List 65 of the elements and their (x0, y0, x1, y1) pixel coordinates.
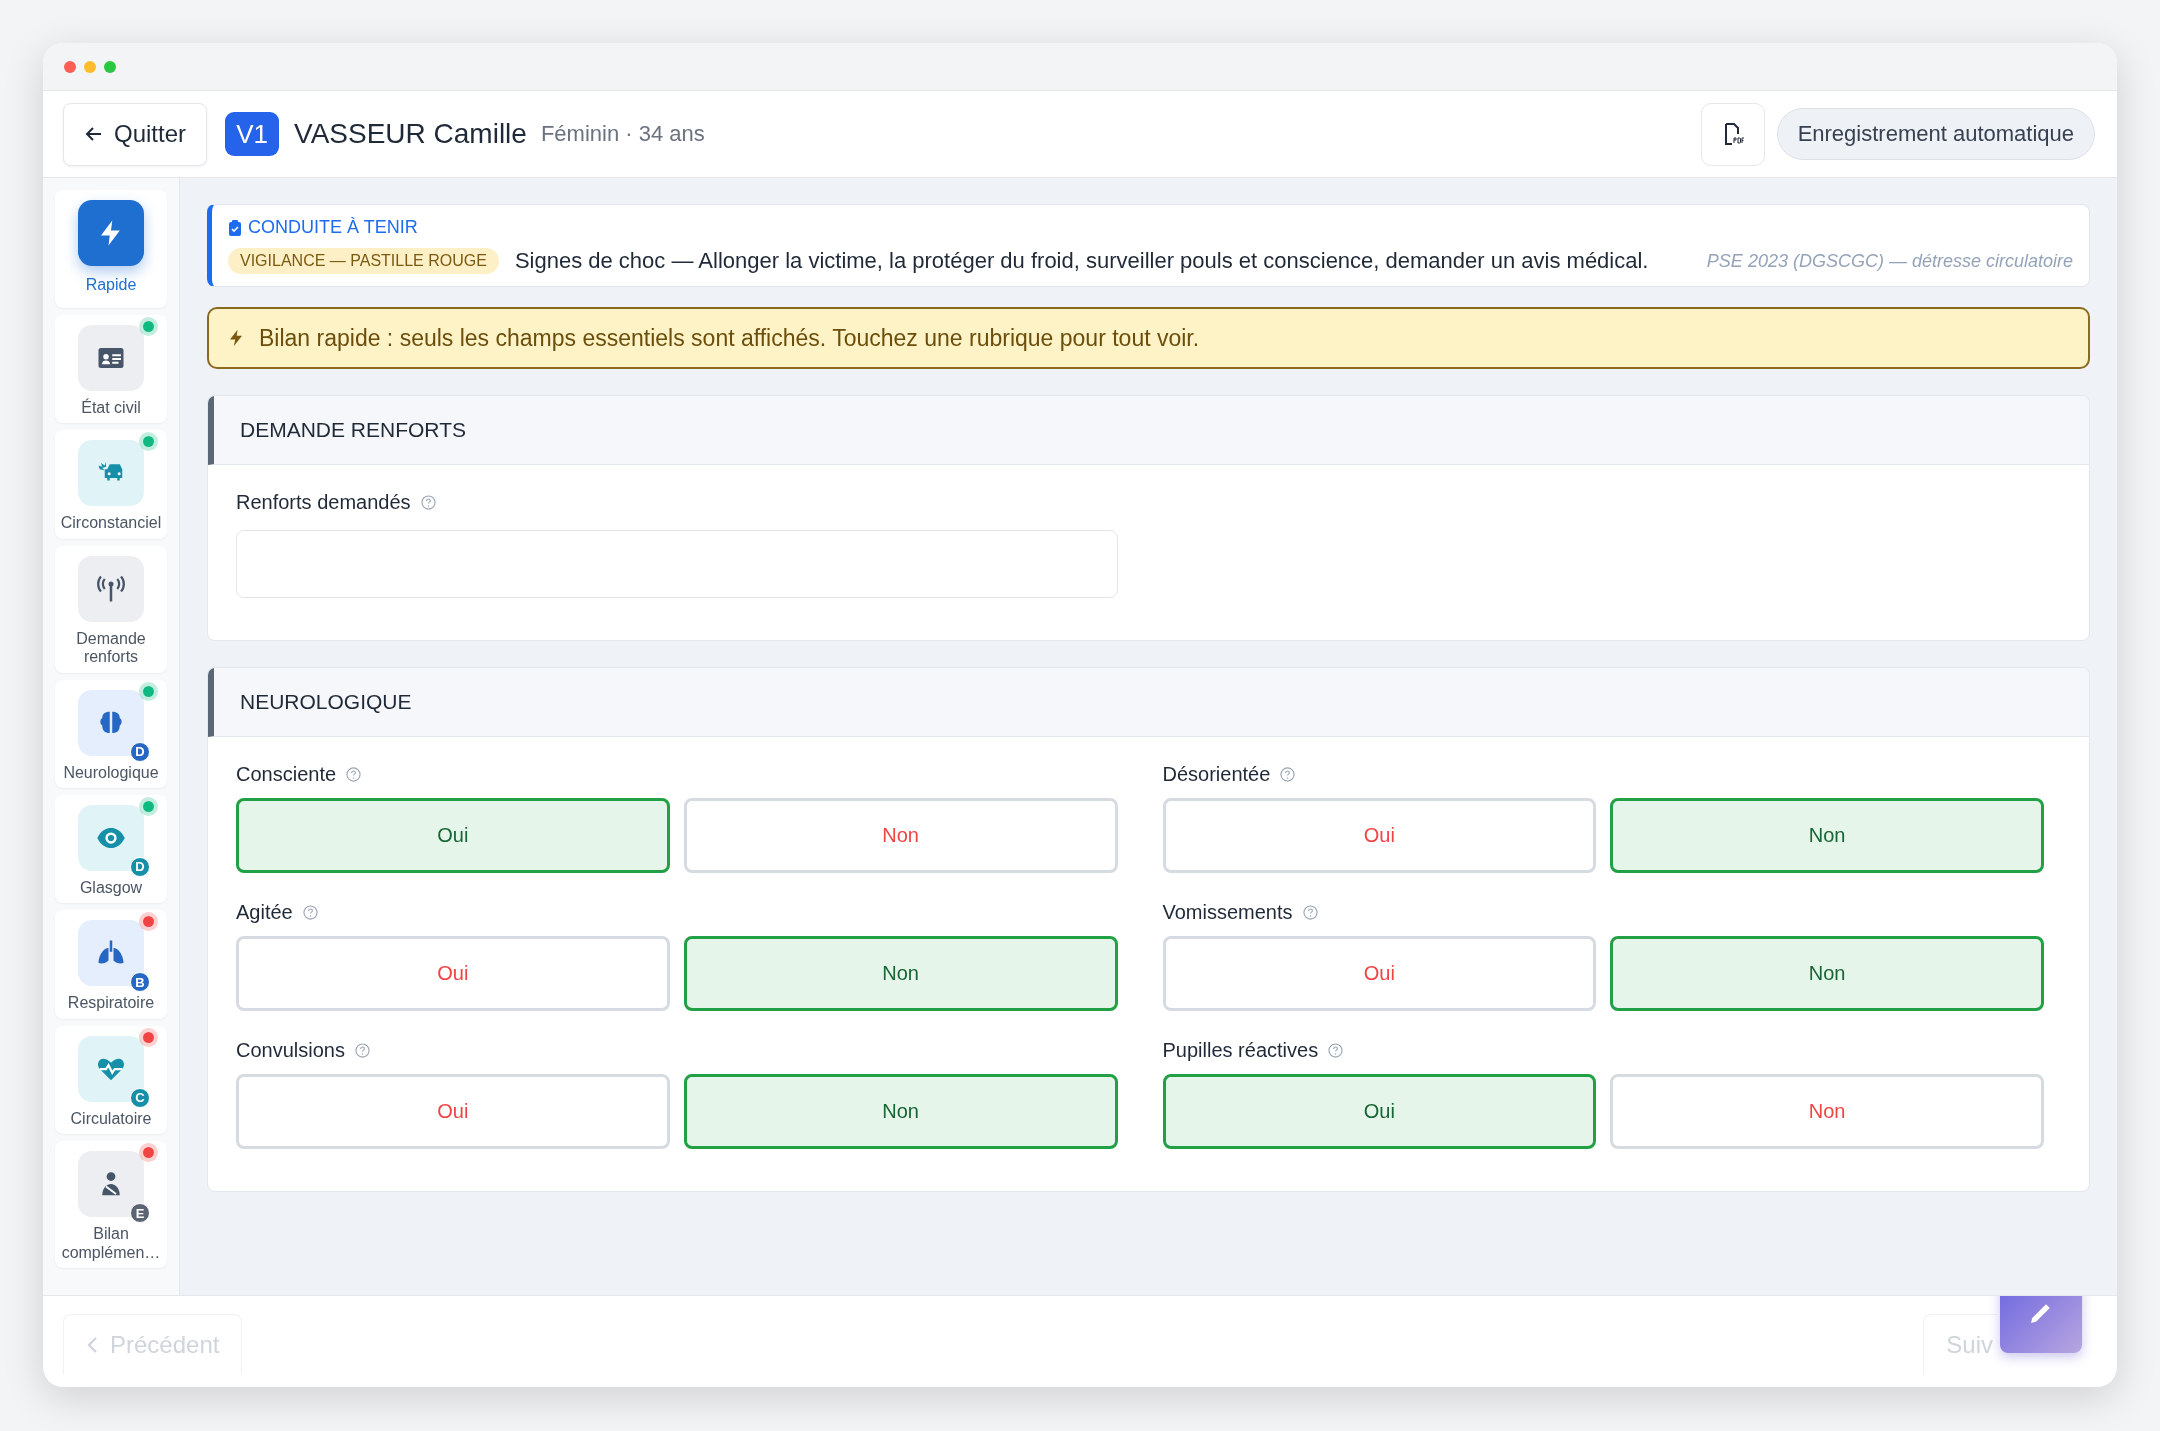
field-label: Agitée (236, 901, 293, 924)
choice-button[interactable]: Non (683, 936, 1118, 1011)
help-icon (354, 1043, 370, 1058)
sidebar-item[interactable]: E Bilan complémen… (55, 1141, 167, 1268)
letter-badge: B (130, 972, 150, 993)
quit-button[interactable]: Quitter (63, 102, 208, 166)
source-text: PSE 2023 (DGSCGC) — détresse circulatoire (1705, 250, 2073, 272)
field-label: Convulsions (236, 1039, 345, 1062)
sidebar-item[interactable]: D Neurologique (55, 679, 167, 788)
field-label: Désorientée (1162, 763, 1271, 786)
field-label: Renforts demandés (236, 491, 411, 514)
patient-info: Féminin · 34 ans (540, 121, 705, 147)
help-icon (1328, 1043, 1344, 1058)
help-icon (1280, 767, 1296, 782)
choice-button[interactable]: Oui (236, 798, 670, 873)
help-icon (1302, 905, 1318, 920)
autosave-button[interactable]: Enregistrement automatique (1776, 108, 2095, 160)
sidebar-item[interactable]: B Respiratoire (55, 910, 167, 1019)
victim-badge: V1 (225, 112, 280, 156)
choice-button[interactable]: Non (683, 798, 1118, 873)
choice-button[interactable]: Non (1610, 936, 2044, 1011)
window-controls-icon[interactable] (64, 60, 116, 73)
letter-badge: E (130, 1203, 150, 1224)
field-label: Pupilles réactives (1162, 1039, 1319, 1062)
sidebar-label: Bilan complémen… (60, 1225, 162, 1263)
choice-button[interactable]: Oui (1162, 798, 1597, 873)
sidebar-label: Circonstanciel (59, 514, 163, 534)
sidebar-label: État civil (80, 399, 142, 418)
vigilance-tag: VIGILANCE — PASTILLE ROUGE (228, 248, 499, 274)
sidebar-label: Demande renforts (75, 629, 147, 668)
sidebar-item[interactable]: Circonstanciel (55, 430, 167, 539)
choice-button[interactable]: Oui (1162, 936, 1597, 1011)
pdf-button[interactable] (1700, 102, 1765, 166)
input-field[interactable] (236, 530, 1118, 598)
section-header: NEUROLOGIQUE (208, 668, 2089, 737)
help-icon (302, 905, 318, 920)
field-label: Vomissements (1162, 901, 1293, 924)
choice-button[interactable]: Oui (236, 1074, 670, 1149)
sidebar-item[interactable]: Rapide (55, 190, 167, 308)
patient-name: VASSEUR Camille (294, 118, 527, 150)
help-icon (420, 495, 436, 510)
sidebar-item[interactable]: D Glasgow (55, 794, 167, 904)
antenna-icon (96, 573, 126, 604)
chevron-left-icon (86, 1334, 100, 1355)
banner-text: Bilan rapide : seuls les champs essentiels sont affichés. Touchez une rubrique pour tout voir. (259, 324, 1200, 352)
choice-button[interactable]: Non (1610, 1074, 2044, 1149)
field-label: Consciente (236, 763, 337, 786)
sidebar-item[interactable]: Demande renforts (55, 545, 167, 673)
choice-button[interactable]: Non (683, 1074, 1118, 1149)
sidebar-label: Glasgow (78, 878, 144, 898)
edit-button[interactable] (2000, 1296, 2082, 1353)
clipboard-check-icon (228, 219, 242, 236)
sidebar-item[interactable]: C Circulatoire (55, 1025, 167, 1135)
sidebar-item[interactable]: État civil (55, 315, 167, 424)
choice-button[interactable]: Oui (236, 936, 670, 1011)
sidebar-label: Circulatoire (69, 1109, 153, 1129)
help-icon (346, 767, 362, 782)
choice-button[interactable]: Oui (1162, 1074, 1597, 1149)
section-header: DEMANDE RENFORTS (208, 396, 2089, 465)
advice-title: CONDUITE À TENIR (248, 217, 418, 238)
sidebar-label: Respiratoire (66, 994, 156, 1014)
choice-button[interactable]: Non (1610, 798, 2044, 873)
sidebar-label: Rapide (84, 276, 138, 295)
sidebar-label: Neurologique (62, 763, 160, 783)
advice-text: Signes de choc — Allonger la victime, la protéger du froid, surveiller pouls et conscience, demander un avis médical. (514, 248, 1649, 274)
